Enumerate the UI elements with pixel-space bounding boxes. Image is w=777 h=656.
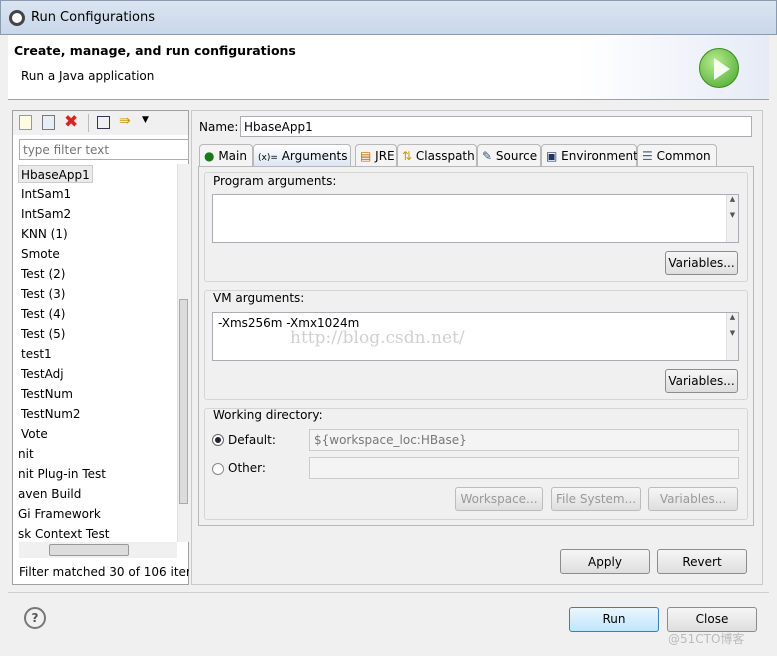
header-title: Create, manage, and run configurations [14,43,296,58]
filter-input[interactable] [19,139,189,160]
vm-variables-button[interactable]: Variables... [665,369,738,393]
other-directory-field[interactable] [309,457,739,479]
config-list-item[interactable]: Vote [21,425,48,443]
tab-jre[interactable]: ▤ JRE [355,144,397,166]
help-icon[interactable]: ? [24,607,46,629]
config-list-item[interactable]: aven Build [18,485,81,503]
tab-common[interactable]: ☰ Common [637,144,717,166]
name-label: Name: [199,120,239,134]
header-subtitle: Run a Java application [21,69,155,83]
eclipse-icon [9,10,25,26]
main-tab-icon: ● [204,149,215,163]
config-list-item[interactable]: Test (5) [21,325,65,343]
working-variables-button[interactable]: Variables... [648,487,738,511]
config-list-item[interactable]: TestNum2 [21,405,81,423]
toolbar-separator [88,114,89,132]
sidebar-toolbar: ✖ ​ ⇛ ▼ [13,111,188,135]
jre-icon: ▤ [360,149,372,163]
program-args-scrollbar[interactable]: ▲ ▼ [726,195,738,242]
apply-button[interactable]: Apply [560,549,650,574]
config-list-item[interactable]: TestAdj [21,365,64,383]
filter-icon[interactable]: ⇛ [119,113,131,129]
name-field[interactable] [240,116,752,137]
arguments-tab-icon: (x)= [258,153,278,163]
close-button[interactable]: Close [667,607,757,632]
title-bar: Run Configurations [0,0,777,35]
filter-status: Filter matched 30 of 106 item [19,565,189,579]
tab-source[interactable]: ✎ Source [477,144,541,166]
config-list-item[interactable]: TestNum [21,385,73,403]
collapse-all-icon[interactable]: ​ [97,116,110,129]
file-system-button[interactable]: File System... [551,487,641,511]
program-arguments-input[interactable]: ▲ ▼ [212,194,739,243]
program-arguments-label: Program arguments: [213,174,337,188]
run-icon [699,48,739,88]
tab-environment[interactable]: ▣ Environment [541,144,638,166]
revert-button[interactable]: Revert [657,549,747,574]
sidebar-vertical-scrollbar[interactable] [177,164,189,542]
vm-args-scrollbar[interactable]: ▲ ▼ [726,313,738,360]
config-list-item[interactable]: Test (4) [21,305,65,323]
tab-main[interactable]: ● Main [199,144,253,166]
source-icon: ✎ [482,149,493,163]
sidebar-horizontal-scrollbar[interactable] [19,542,177,558]
config-list-item[interactable]: test1 [21,345,52,363]
dialog-header: Create, manage, and run configurations R… [8,35,769,100]
config-list-item[interactable]: Gi Framework [18,505,101,523]
default-radio[interactable] [212,434,224,446]
config-list-item[interactable]: Test (3) [21,285,65,303]
environment-icon: ▣ [546,149,558,163]
run-button[interactable]: Run [569,607,659,632]
config-list-item[interactable]: IntSam2 [21,205,71,223]
config-list-item[interactable]: Smote [21,245,60,263]
delete-icon[interactable]: ✖ [64,112,78,132]
config-list-item[interactable]: HbaseApp1 [18,165,93,183]
chevron-down-icon[interactable]: ▼ [142,115,149,125]
watermark: http://blog.csdn.net/ [290,328,465,348]
classpath-icon: ⇅ [402,149,413,163]
config-list-item[interactable]: nit Plug-in Test [18,465,106,483]
other-label: Other: [228,461,266,475]
working-directory-label: Working directory: [213,408,323,422]
window-title: Run Configurations [31,10,155,25]
default-directory-field: ${workspace_loc:HBase} [309,429,739,451]
workspace-button[interactable]: Workspace... [455,487,543,511]
tab-classpath[interactable]: ⇅ Classpath [397,144,477,166]
default-label: Default: [228,433,276,447]
new-config-icon[interactable] [19,115,32,130]
vm-arguments-label: VM arguments: [213,291,305,305]
tab-arguments[interactable]: (x)= Arguments [253,144,351,166]
program-variables-button[interactable]: Variables... [665,251,738,275]
config-list-item[interactable]: IntSam1 [21,185,71,203]
config-list-item[interactable]: sk Context Test [18,525,109,543]
footer-separator [8,592,769,593]
config-list-item[interactable]: KNN (1) [21,225,68,243]
common-icon: ☰ [642,149,653,163]
corner-watermark: @51CTO博客 [668,632,745,646]
config-list-item[interactable]: Test (2) [21,265,65,283]
duplicate-icon[interactable] [42,115,55,130]
config-list-item[interactable]: nit [18,445,34,463]
other-radio[interactable] [212,463,224,475]
